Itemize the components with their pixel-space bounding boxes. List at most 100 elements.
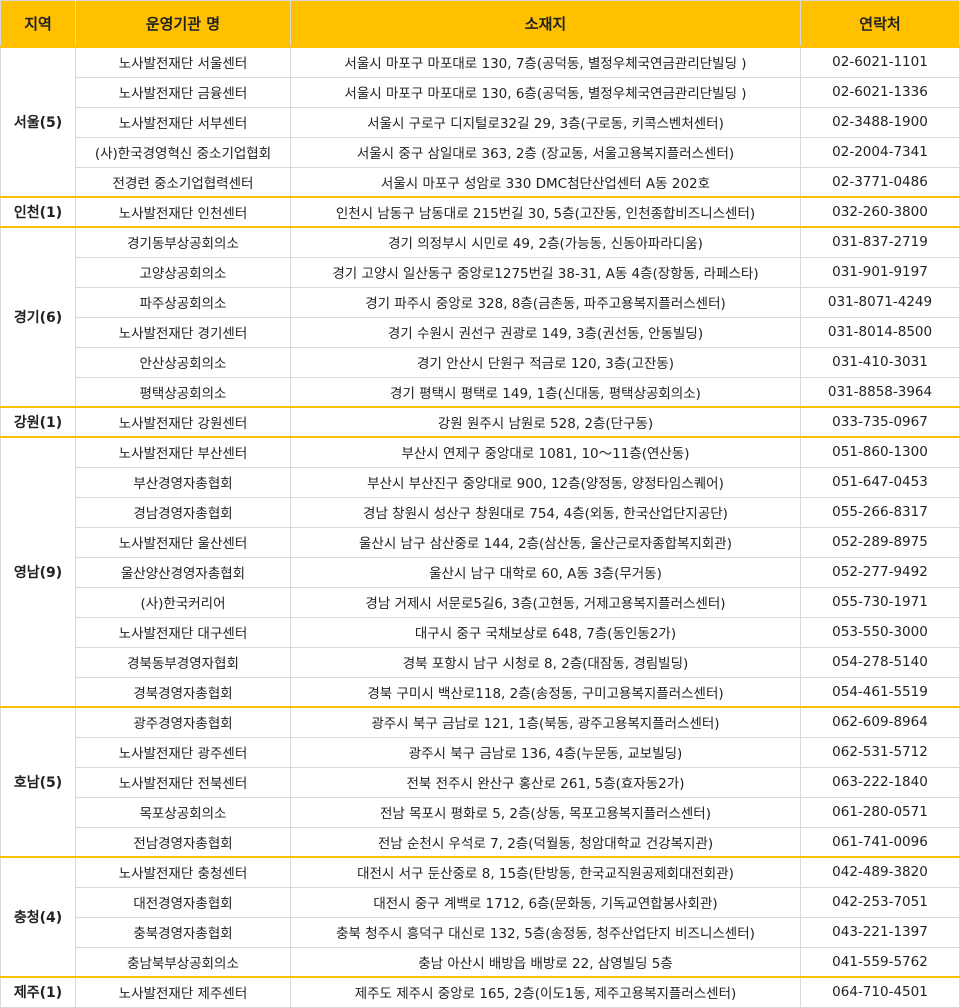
org-name-cell: (사)한국경영혁신 중소기업협회: [75, 136, 291, 168]
org-name-cell: 충북경영자총협회: [75, 916, 291, 948]
contact-cell: 061-280-0571: [800, 796, 960, 828]
header-contact: 연락처: [800, 0, 960, 48]
contact-cell: 063-222-1840: [800, 766, 960, 798]
table-row: (사)한국경영혁신 중소기업협회 서울시 중구 삼일대로 363, 2층 (장교동…: [1, 136, 960, 168]
contact-cell: 051-647-0453: [800, 466, 960, 498]
address-cell: 울산시 남구 대학로 60, A동 3층(무거동): [290, 556, 801, 588]
org-name-cell: 울산양산경영자총협회: [75, 556, 291, 588]
contact-cell: 031-8014-8500: [800, 316, 960, 348]
org-name-cell: 노사발전재단 인천센터: [75, 196, 291, 228]
address-cell: 경기 수원시 권선구 권광로 149, 3층(권선동, 안동빌딩): [290, 316, 801, 348]
contact-cell: 043-221-1397: [800, 916, 960, 948]
org-name-cell: 경북경영자총협회: [75, 676, 291, 708]
region-cell: 인천(1): [0, 196, 76, 228]
address-cell: 충북 청주시 흥덕구 대신로 132, 5층(송정동, 청주산업단지 비즈니스센…: [290, 916, 801, 948]
org-name-cell: 안산상공회의소: [75, 346, 291, 378]
address-cell: 강원 원주시 남원로 528, 2층(단구동): [290, 406, 801, 438]
org-name-cell: 노사발전재단 제주센터: [75, 976, 291, 1008]
address-cell: 서울시 구로구 디지털로32길 29, 3층(구로동, 키콕스벤처센터): [290, 106, 801, 138]
org-name-cell: 파주상공회의소: [75, 286, 291, 318]
table-row: 인천(1) 노사발전재단 인천센터 인천시 남동구 남동대로 215번길 30, 5…: [0, 196, 960, 228]
org-name-cell: (사)한국커리어: [75, 586, 291, 618]
org-name-cell: 노사발전재단 경기센터: [75, 316, 291, 348]
org-name-cell: 노사발전재단 강원센터: [75, 406, 291, 438]
table-row: 경남경영자총협회 경남 창원시 성산구 창원대로 754, 4층(외동, 한국산업…: [1, 496, 960, 528]
org-name-cell: 노사발전재단 금융센터: [75, 76, 291, 108]
contact-cell: 033-735-0967: [800, 406, 960, 438]
center-directory-table: 지역 운영기관 명 소재지 연락처 서울(5) 노사발전재단 서울센터 서울시 마포…: [0, 0, 960, 1008]
address-cell: 경남 창원시 성산구 창원대로 754, 4층(외동, 한국산업단지공단): [290, 496, 801, 528]
address-cell: 인천시 남동구 남동대로 215번길 30, 5층(고잔동, 인천종합비즈니스센…: [290, 196, 801, 228]
region-cell: 제주(1): [0, 976, 76, 1008]
table-row: 부산경영자총협회 부산시 부산진구 중앙대로 900, 12층(양정동, 양정타임…: [1, 466, 960, 498]
contact-cell: 042-489-3820: [800, 856, 960, 888]
contact-cell: 042-253-7051: [800, 886, 960, 918]
org-name-cell: 경남경영자총협회: [75, 496, 291, 528]
table-row: 목포상공회의소 전남 목포시 평화로 5, 2층(상동, 목포고용복지플러스센터)…: [1, 796, 960, 828]
contact-cell: 041-559-5762: [800, 946, 960, 978]
address-cell: 경기 안산시 단원구 적금로 120, 3층(고잔동): [290, 346, 801, 378]
contact-cell: 061-741-0096: [800, 826, 960, 858]
table-row: 노사발전재단 울산센터 울산시 남구 삼산중로 144, 2층(삼산동, 울산근로…: [1, 526, 960, 558]
contact-cell: 031-901-9197: [800, 256, 960, 288]
address-cell: 울산시 남구 삼산중로 144, 2층(삼산동, 울산근로자종합복지회관): [290, 526, 801, 558]
contact-cell: 051-860-1300: [800, 436, 960, 468]
table-row: 경북동부경영자협회 경북 포항시 남구 시청로 8, 2층(대잠동, 경림빌딩) 0…: [1, 646, 960, 678]
org-name-cell: 노사발전재단 전북센터: [75, 766, 291, 798]
org-name-cell: 경북동부경영자협회: [75, 646, 291, 678]
org-name-cell: 평택상공회의소: [75, 376, 291, 408]
contact-cell: 02-3488-1900: [800, 106, 960, 138]
org-name-cell: 노사발전재단 대구센터: [75, 616, 291, 648]
address-cell: 전북 전주시 완산구 홍산로 261, 5층(효자동2가): [290, 766, 801, 798]
region-cell: 영남(9): [0, 436, 76, 708]
org-name-cell: 부산경영자총협회: [75, 466, 291, 498]
table-row: (사)한국커리어 경남 거제시 서문로5길6, 3층(고현동, 거제고용복지플러스…: [1, 586, 960, 618]
contact-cell: 052-289-8975: [800, 526, 960, 558]
region-cell: 서울(5): [0, 46, 76, 198]
table-row: 호남(5) 광주경영자총협회 광주시 북구 금남로 121, 1층(북동, 광주고용…: [0, 706, 960, 858]
address-cell: 부산시 부산진구 중앙대로 900, 12층(양정동, 양정타임스퀘어): [290, 466, 801, 498]
table-row: 충청(4) 노사발전재단 충청센터 대전시 서구 둔산중로 8, 15층(탄방동, …: [0, 856, 960, 978]
address-cell: 경기 평택시 평택로 149, 1층(신대동, 평택상공회의소): [290, 376, 801, 408]
contact-cell: 032-260-3800: [800, 196, 960, 228]
contact-cell: 064-710-4501: [800, 976, 960, 1008]
address-cell: 대전시 서구 둔산중로 8, 15층(탄방동, 한국교직원공제회대전회관): [290, 856, 801, 888]
table-row: 영남(9) 노사발전재단 부산센터 부산시 연제구 중앙대로 1081, 10～11…: [0, 436, 960, 708]
header-org: 운영기관 명: [75, 0, 291, 48]
address-cell: 광주시 북구 금남로 121, 1층(북동, 광주고용복지플러스센터): [290, 706, 801, 738]
table-row: 평택상공회의소 경기 평택시 평택로 149, 1층(신대동, 평택상공회의소) 0…: [1, 376, 960, 408]
region-cell: 충청(4): [0, 856, 76, 978]
contact-cell: 062-531-5712: [800, 736, 960, 768]
contact-cell: 052-277-9492: [800, 556, 960, 588]
address-cell: 경기 의정부시 시민로 49, 2층(가능동, 신동아파라디움): [290, 226, 801, 258]
org-name-cell: 노사발전재단 광주센터: [75, 736, 291, 768]
address-cell: 서울시 마포구 성암로 330 DMC첨단산업센터 A동 202호: [290, 166, 801, 198]
table-row: 대전경영자총협회 대전시 중구 계백로 1712, 6층(문화동, 기독교연합봉사…: [1, 886, 960, 918]
table-header-row: 지역 운영기관 명 소재지 연락처: [0, 0, 960, 48]
region-cell: 강원(1): [0, 406, 76, 438]
address-cell: 대전시 중구 계백로 1712, 6층(문화동, 기독교연합봉사회관): [290, 886, 801, 918]
table-row: 노사발전재단 금융센터 서울시 마포구 마포대로 130, 6층(공덕동, 별정우…: [1, 76, 960, 108]
contact-cell: 054-278-5140: [800, 646, 960, 678]
address-cell: 서울시 마포구 마포대로 130, 6층(공덕동, 별정우체국연금관리단빌딩 ): [290, 76, 801, 108]
org-name-cell: 노사발전재단 서울센터: [75, 46, 291, 78]
table-row: 경북경영자총협회 경북 구미시 백산로118, 2층(송정동, 구미고용복지플러스…: [1, 676, 960, 708]
address-cell: 제주도 제주시 중앙로 165, 2층(이도1동, 제주고용복지플러스센터): [290, 976, 801, 1008]
table-row: 서울(5) 노사발전재단 서울센터 서울시 마포구 마포대로 130, 7층(공덕동…: [0, 46, 960, 198]
org-name-cell: 경기동부상공회의소: [75, 226, 291, 258]
table-row: 노사발전재단 서부센터 서울시 구로구 디지털로32길 29, 3층(구로동, 키…: [1, 106, 960, 138]
org-name-cell: 노사발전재단 울산센터: [75, 526, 291, 558]
org-name-cell: 충남북부상공회의소: [75, 946, 291, 978]
contact-cell: 02-6021-1336: [800, 76, 960, 108]
table-row: 전경련 중소기업협력센터 서울시 마포구 성암로 330 DMC첨단산업센터 A동…: [1, 166, 960, 198]
table-row: 충북경영자총협회 충북 청주시 흥덕구 대신로 132, 5층(송정동, 청주산업…: [1, 916, 960, 948]
contact-cell: 054-461-5519: [800, 676, 960, 708]
address-cell: 경기 고양시 일산동구 중앙로1275번길 38-31, A동 4층(장항동, …: [290, 256, 801, 288]
address-cell: 대구시 중구 국채보상로 648, 7층(동인동2가): [290, 616, 801, 648]
region-cell: 경기(6): [0, 226, 76, 408]
org-name-cell: 노사발전재단 부산센터: [75, 436, 291, 468]
contact-cell: 02-3771-0486: [800, 166, 960, 198]
table-row: 노사발전재단 광주센터 광주시 북구 금남로 136, 4층(누문동, 교보빌딩)…: [1, 736, 960, 768]
contact-cell: 031-8071-4249: [800, 286, 960, 318]
org-name-cell: 광주경영자총협회: [75, 706, 291, 738]
